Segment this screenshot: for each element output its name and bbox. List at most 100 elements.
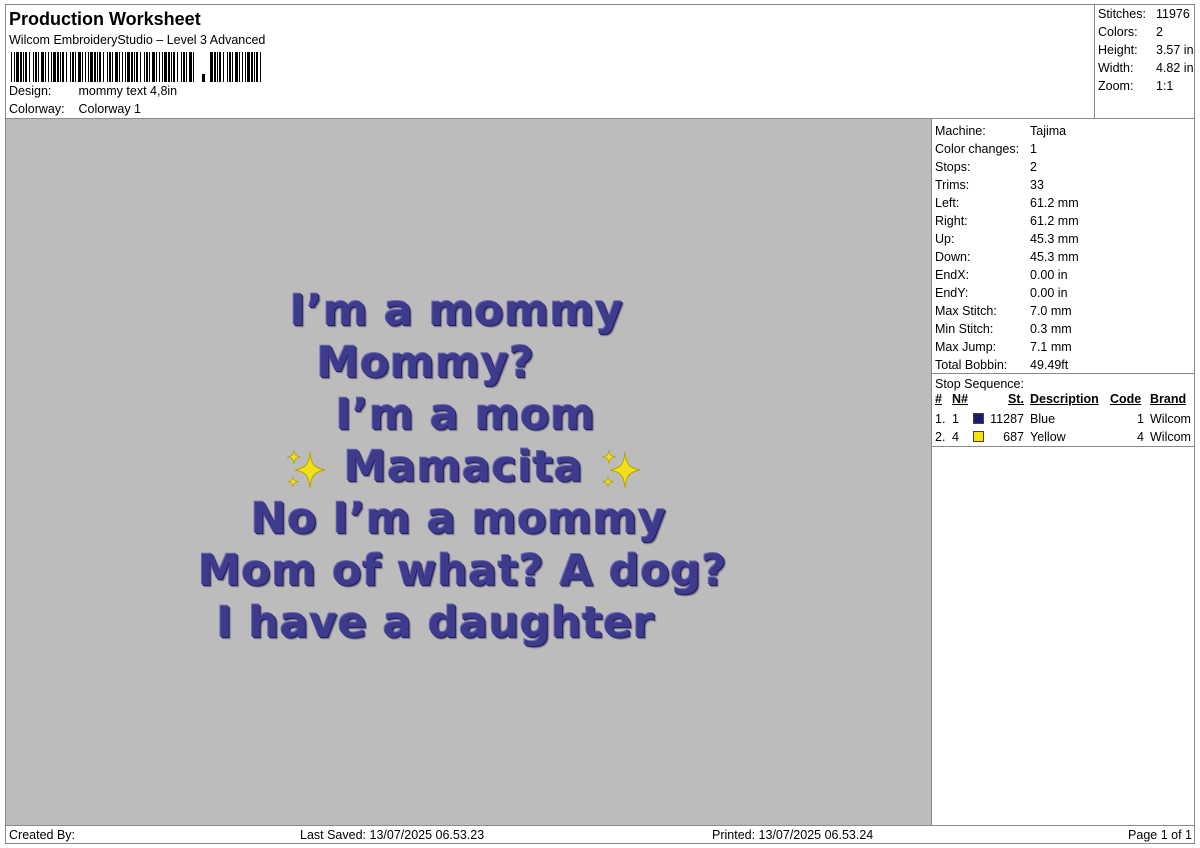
zoom-label: Zoom: (1098, 79, 1134, 93)
design-value: mommy text 4,8in (78, 84, 178, 98)
thread-swatch-yellow (973, 431, 984, 442)
max-stitch-value: 7.0 mm (1030, 304, 1072, 318)
stop-row-2-description: Yellow (1030, 430, 1066, 444)
max-jump-value: 7.1 mm (1030, 340, 1072, 354)
col-header-description: Description (1030, 392, 1099, 406)
stop-sequence-title: Stop Sequence: (935, 377, 1024, 391)
endx-label: EndX: (935, 268, 970, 282)
col-header-num: # (935, 392, 942, 406)
height-row: Height: 3.57 in (1098, 42, 1194, 58)
col-header-stitches: St. (1008, 392, 1024, 406)
trims-row: Trims: 33 (935, 177, 1044, 193)
embroidery-line-2: Mommy? (316, 338, 535, 388)
barcode-graphic (11, 52, 261, 82)
page-title: Production Worksheet (9, 9, 201, 29)
design-summary: Stitches: 11976 Colors: 2 Height: 3.57 in W… (1094, 5, 1195, 118)
left-row: Left: 61.2 mm (935, 195, 1079, 211)
color-changes-value: 1 (1030, 142, 1037, 156)
right-row: Right: 61.2 mm (935, 213, 1079, 229)
stop-row-1-code: 1 (1137, 412, 1144, 426)
trims-value: 33 (1030, 178, 1044, 192)
colors-label: Colors: (1098, 25, 1138, 39)
machine-info-panel: Machine: Tajima Color changes: 1 Stops: 2 T… (931, 119, 1195, 825)
sparkle-icon (287, 449, 326, 488)
up-label: Up: (935, 232, 955, 246)
stops-value: 2 (1030, 160, 1037, 174)
left-label: Left: (935, 196, 960, 210)
total-bobbin-row: Total Bobbin: 49.49ft (935, 357, 1068, 373)
embroidery-line-5: No I’m a mommy (250, 494, 667, 544)
zoom-row: Zoom: 1:1 (1098, 78, 1173, 94)
colorway-value: Colorway 1 (78, 102, 142, 116)
colors-value: 2 (1156, 25, 1163, 39)
stop-row-2-num: 2. (935, 430, 946, 444)
down-row: Down: 45.3 mm (935, 249, 1079, 265)
endx-row: EndX: 0.00 in (935, 267, 1068, 283)
last-saved: Last Saved: 13/07/2025 06.53.23 (300, 828, 485, 842)
embroidery-line-6: Mom of what? A dog? (198, 546, 727, 596)
endy-value: 0.00 in (1030, 286, 1068, 300)
design-preview: I’m a mommy Mommy? I’m a mom Mamacita No… (6, 119, 931, 825)
down-label: Down: (935, 250, 971, 264)
embroidery-line-7: I have a daughter (216, 598, 655, 648)
thread-swatch-blue (973, 413, 984, 424)
min-stitch-value: 0.3 mm (1030, 322, 1072, 336)
stop-sequence-bottom-divider (932, 446, 1195, 447)
col-header-brand: Brand (1150, 392, 1187, 406)
width-label: Width: (1098, 61, 1134, 75)
worksheet-frame: Production Worksheet Wilcom EmbroiderySt… (5, 4, 1195, 844)
stop-sequence-divider (932, 373, 1195, 374)
col-header-needle: N# (952, 392, 968, 406)
stop-row-2-stitches: 687 (1003, 430, 1024, 444)
mamacita-text: Mamacita (343, 442, 584, 492)
stitches-label: Stitches: (1098, 7, 1146, 21)
software-name: Wilcom EmbroideryStudio – Level 3 Advanc… (9, 33, 266, 47)
height-label: Height: (1098, 43, 1138, 57)
worksheet-footer: Created By: Last Saved: 13/07/2025 06.53… (6, 826, 1195, 844)
width-row: Width: 4.82 in (1098, 60, 1194, 76)
machine-label: Machine: (935, 124, 986, 138)
machine-value: Tajima (1030, 124, 1067, 138)
colorway-label: Colorway: (9, 102, 65, 116)
max-stitch-row: Max Stitch: 7.0 mm (935, 303, 1072, 319)
color-changes-label: Color changes: (935, 142, 1020, 156)
endx-value: 0.00 in (1030, 268, 1068, 282)
zoom-value: 1:1 (1156, 79, 1174, 93)
up-row: Up: 45.3 mm (935, 231, 1079, 247)
stop-row-2-needle: 4 (952, 430, 959, 444)
max-stitch-label: Max Stitch: (935, 304, 997, 318)
worksheet-header: Production Worksheet Wilcom EmbroiderySt… (6, 5, 1094, 118)
stop-row-2-brand: Wilcom (1150, 430, 1191, 444)
width-value: 4.82 in (1156, 61, 1194, 75)
stop-row-1-stitches: 11287 (990, 412, 1024, 426)
min-stitch-label: Min Stitch: (935, 322, 994, 336)
stop-row-2-code: 4 (1137, 430, 1144, 444)
total-bobbin-label: Total Bobbin: (935, 358, 1008, 372)
endy-label: EndY: (935, 286, 969, 300)
trims-label: Trims: (935, 178, 970, 192)
max-jump-row: Max Jump: 7.1 mm (935, 339, 1072, 355)
embroidery-line-3: I’m a mom (335, 390, 596, 440)
embroidery-line-1: I’m a mommy (289, 286, 624, 336)
up-value: 45.3 mm (1030, 232, 1079, 246)
left-value: 61.2 mm (1030, 196, 1079, 210)
stop-row-1-num: 1. (935, 412, 946, 426)
stop-row-1-brand: Wilcom (1150, 412, 1191, 426)
stitches-row: Stitches: 11976 (1098, 6, 1190, 22)
max-jump-label: Max Jump: (935, 340, 997, 354)
right-label: Right: (935, 214, 968, 228)
stops-row: Stops: 2 (935, 159, 1037, 175)
page-number: Page 1 of 1 (1128, 828, 1192, 842)
min-stitch-row: Min Stitch: 0.3 mm (935, 321, 1072, 337)
endy-row: EndY: 0.00 in (935, 285, 1068, 301)
created-by: Created By: (9, 828, 76, 842)
color-changes-row: Color changes: 1 (935, 141, 1037, 157)
right-value: 61.2 mm (1030, 214, 1079, 228)
machine-row: Machine: Tajima (935, 123, 1066, 139)
design-label: Design: (9, 84, 52, 98)
col-header-code: Code (1110, 392, 1142, 406)
height-value: 3.57 in (1156, 43, 1194, 57)
stop-row-1-needle: 1 (952, 412, 959, 426)
design-row: Design: mommy text 4,8in (9, 83, 177, 99)
stop-row-1-description: Blue (1030, 412, 1056, 426)
